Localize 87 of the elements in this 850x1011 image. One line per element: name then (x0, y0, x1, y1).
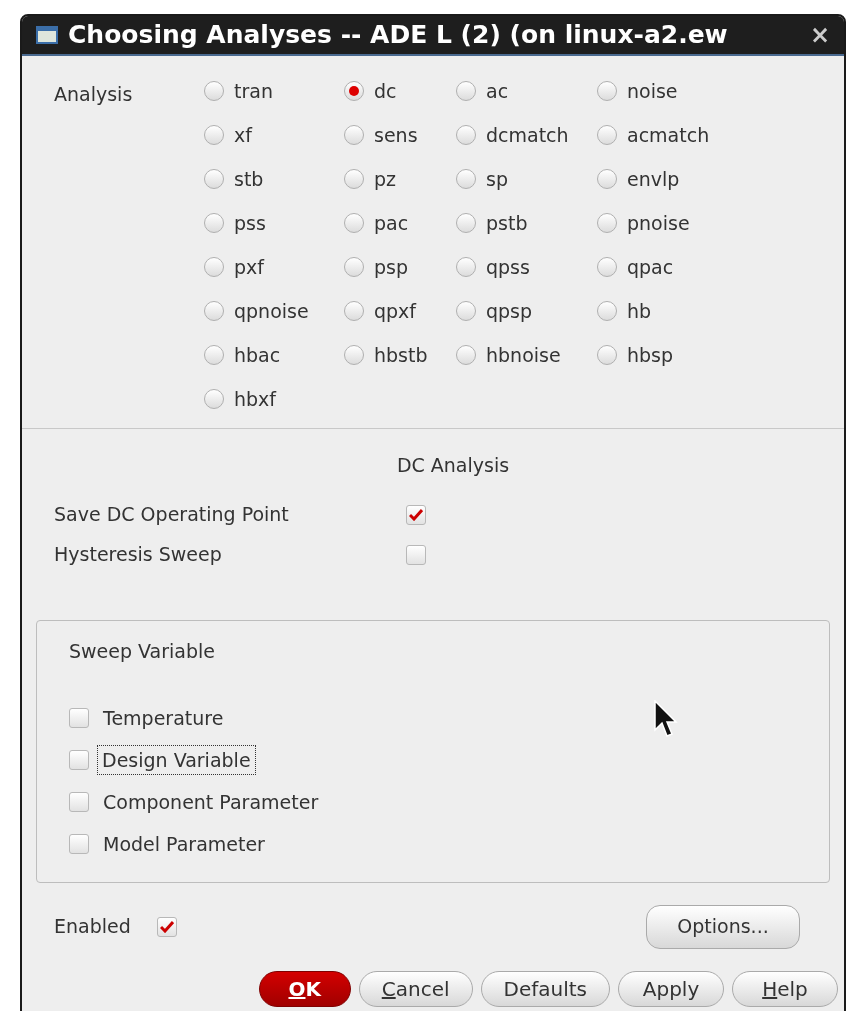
radio-button[interactable] (456, 81, 476, 101)
radio-label: hbac (234, 342, 281, 368)
option-label: Design Variable (97, 744, 256, 776)
window-title: Choosing Analyses -- ADE L (2) (on linux-a2.ew (68, 19, 728, 52)
radio-label: envlp (627, 166, 680, 192)
radio-label: pss (234, 210, 266, 236)
option-label: Model Parameter (103, 831, 265, 857)
ok-button[interactable]: OK (258, 970, 351, 1007)
checkbox[interactable] (69, 792, 89, 812)
option-label: Temperature (103, 705, 224, 731)
radio-button[interactable] (344, 81, 364, 101)
radio-button[interactable] (597, 81, 617, 101)
radio-label: pnoise (627, 210, 690, 236)
radio-label: pstb (486, 210, 528, 236)
checkbox[interactable] (406, 504, 426, 525)
radio-label: dc (374, 78, 397, 104)
radio-label: qpnoise (234, 298, 309, 324)
radio-label: qpss (486, 254, 530, 280)
radio-button[interactable] (597, 301, 617, 321)
radio-label: dcmatch (486, 122, 569, 148)
radio-label: xf (234, 122, 252, 148)
radio-button[interactable] (344, 345, 364, 365)
radio-button[interactable] (456, 213, 476, 233)
dialog-button[interactable]: Help (732, 970, 838, 1007)
checkbox[interactable] (69, 708, 89, 728)
options-button[interactable]: Options... (646, 904, 800, 949)
radio-button[interactable] (204, 125, 224, 145)
checkbox[interactable] (156, 916, 177, 937)
radio-label: sens (374, 122, 418, 148)
analysis-label: Analysis (54, 82, 134, 107)
radio-button[interactable] (204, 389, 224, 409)
radio-label: acmatch (627, 122, 710, 148)
radio-button[interactable] (204, 301, 224, 321)
radio-button[interactable] (456, 169, 476, 189)
option-label: Save DC Operating Point (54, 502, 290, 528)
radio-button[interactable] (204, 81, 224, 101)
checkbox[interactable] (69, 834, 89, 854)
radio-label: stb (234, 166, 264, 192)
enabled-label: Enabled (54, 914, 131, 940)
window-icon (36, 26, 58, 44)
radio-button[interactable] (344, 125, 364, 145)
dialog-button[interactable]: Apply (618, 970, 724, 1007)
radio-button[interactable] (204, 169, 224, 189)
radio-button[interactable] (204, 257, 224, 277)
radio-button[interactable] (456, 345, 476, 365)
radio-button[interactable] (597, 213, 617, 233)
close-button[interactable]: × (809, 17, 830, 53)
radio-label: hbstb (374, 342, 428, 368)
radio-label: pz (374, 166, 397, 192)
radio-button[interactable] (597, 125, 617, 145)
dialog-button[interactable]: Defaults (480, 970, 610, 1007)
radio-button[interactable] (597, 345, 617, 365)
radio-button[interactable] (456, 257, 476, 277)
check-icon (409, 508, 423, 521)
radio-label: hbnoise (486, 342, 561, 368)
radio-label: psp (374, 254, 409, 280)
radio-label: noise (627, 78, 678, 104)
group-title: Sweep Variable (69, 638, 216, 664)
radio-button[interactable] (597, 257, 617, 277)
radio-button[interactable] (344, 301, 364, 321)
radio-label: qpsp (486, 298, 533, 324)
radio-label: hbxf (234, 386, 277, 412)
radio-label: pxf (234, 254, 264, 280)
check-icon (159, 920, 174, 933)
radio-button[interactable] (344, 213, 364, 233)
section-title: DC Analysis (396, 453, 510, 478)
radio-button[interactable] (204, 213, 224, 233)
checkbox[interactable] (406, 544, 426, 565)
radio-label: qpxf (374, 298, 417, 324)
option-label: Component Parameter (103, 789, 319, 815)
radio-button[interactable] (456, 125, 476, 145)
checkbox[interactable] (69, 750, 89, 770)
mouse-pointer-icon (654, 700, 678, 740)
option-label: Hysteresis Sweep (54, 542, 223, 568)
radio-label: hbsp (627, 342, 674, 368)
radio-label: hb (627, 298, 652, 324)
radio-label: tran (234, 78, 273, 104)
radio-label: qpac (627, 254, 674, 280)
radio-button[interactable] (344, 257, 364, 277)
radio-label: sp (486, 166, 508, 192)
dialog-button[interactable]: Cancel (358, 970, 473, 1007)
radio-button[interactable] (344, 169, 364, 189)
radio-button[interactable] (597, 169, 617, 189)
radio-label: pac (374, 210, 409, 236)
radio-button[interactable] (204, 345, 224, 365)
radio-label: ac (486, 78, 509, 104)
radio-button[interactable] (456, 301, 476, 321)
